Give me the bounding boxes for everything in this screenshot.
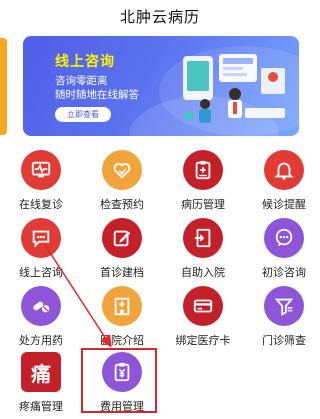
view-now-button[interactable]: 立即查看 [55,107,111,122]
grid-item-label: 初诊咨询 [262,266,306,279]
grid-item-label: 线上咨询 [19,266,63,279]
doctor-consult-illustration-icon [183,54,285,123]
grid-item-first-consult[interactable]: 初诊咨询 [245,218,320,288]
consult-banner[interactable]: 线上咨询 咨询零距离 随时随地在线解答 立即查看 [23,36,299,136]
card-icon [183,286,223,326]
grid-item-online-consult[interactable]: 线上咨询 [2,218,78,288]
banner-subtitle-2: 随时随地在线解答 [55,89,139,101]
monitor-heart-icon [21,150,61,190]
grid-item-label: 门诊筛查 [262,334,306,347]
grid-item-bind-medical-card[interactable]: 绑定医疗卡 [164,286,240,356]
grid-item-label: 处方用药 [19,334,63,347]
grid-item-record-management[interactable]: 病历管理 [164,150,240,220]
banner-title: 线上咨询 [55,54,115,70]
hospital-entry-icon [183,218,223,258]
side-tab-indicator [0,38,7,135]
grid-item-label: 候诊提醒 [262,198,306,211]
chat-dots-icon [264,218,304,258]
pain-character-icon: 痛 [21,352,61,392]
chat-bubble-icon [21,218,61,258]
grid-item-label: 医院介绍 [100,334,144,347]
grid-item-label: 自助入院 [181,266,225,279]
heart-hand-icon [102,150,142,190]
bell-icon [264,150,304,190]
grid-item-label: 检查预约 [100,198,144,211]
fee-management-highlight-box [81,348,157,413]
grid-item-waiting-reminder[interactable]: 候诊提醒 [245,150,320,220]
grid-item-label: 病历管理 [181,198,225,211]
grid-item-pain-management[interactable]: 痛 疼痛管理 [2,352,78,419]
grid-item-label: 绑定医疗卡 [175,334,231,347]
grid-item-online-revisit[interactable]: 在线复诊 [2,150,78,220]
grid-item-label: 首诊建档 [100,266,144,279]
edit-document-icon [102,218,142,258]
banner-subtitle-1: 咨询零距离 [55,75,108,87]
hospital-building-icon [102,286,142,326]
page-title: 北肿云病历 [119,8,200,26]
clipboard-plus-icon [183,150,223,190]
grid-item-hospital-intro[interactable]: 医院介绍 [83,286,159,356]
grid-item-first-visit-file[interactable]: 首诊建档 [83,218,159,288]
grid-item-label: 疼痛管理 [19,400,63,413]
grid-item-prescription[interactable]: 处方用药 [2,286,78,356]
grid-item-exam-booking[interactable]: 检查预约 [83,150,159,220]
grid-item-label: 在线复诊 [19,198,63,211]
filter-icon [264,286,304,326]
grid-item-self-admission[interactable]: 自助入院 [164,218,240,288]
grid-item-outpatient-screening[interactable]: 门诊筛查 [245,286,320,356]
pills-icon [21,286,61,326]
